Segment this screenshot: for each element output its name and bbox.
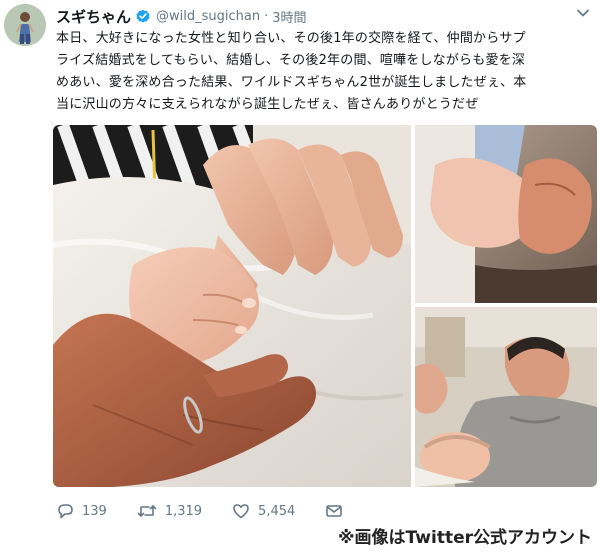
heart-icon <box>233 504 249 519</box>
tweet-text-line: 本日、大好きになった女性と知り合い、その後1年の交際を経て、仲間からサプ <box>56 31 526 46</box>
envelope-icon <box>326 505 343 517</box>
retweet-button[interactable]: 1,319 <box>137 502 202 520</box>
verified-badge-icon <box>136 9 150 23</box>
tweet-text-line: ライズ結婚式をしてもらい、結婚し、その後2年の間、喧嘩をしながらも愛を深 <box>56 53 526 68</box>
tweet-text: 本日、大好きになった女性と知り合い、その後1年の交際を経て、仲間からサプ ライズ… <box>56 28 592 116</box>
user-handle[interactable]: @wild_sugichan <box>156 9 260 24</box>
like-button[interactable]: 5,454 <box>232 502 295 520</box>
reply-button[interactable]: 139 <box>56 502 107 520</box>
tweet-card: スギちゃん @wild_sugichan · 3時間 本日、大好きになった女性と… <box>0 0 600 552</box>
retweet-icon <box>137 505 157 517</box>
timestamp[interactable]: 3時間 <box>272 7 306 26</box>
photo-baby-hand[interactable] <box>53 125 411 487</box>
avatar[interactable] <box>4 4 46 46</box>
separator-dot: · <box>264 8 269 24</box>
retweet-count: 1,319 <box>164 503 203 519</box>
tweet-text-line: めあい、愛を深め合った結果、ワイルドスギちゃん2世が誕生しましたぜぇ、本 <box>56 75 527 90</box>
display-name[interactable]: スギちゃん <box>56 6 131 27</box>
media-grid <box>53 125 597 487</box>
chevron-down-icon[interactable] <box>576 6 590 20</box>
direct-message-button[interactable] <box>325 503 351 519</box>
like-count: 5,454 <box>258 503 296 519</box>
image-credit-caption: ※画像はTwitter公式アカウント <box>338 528 592 548</box>
tweet-actions: 139 1,319 5,454 <box>56 500 381 522</box>
reply-count: 139 <box>82 503 107 519</box>
tweet-header: スギちゃん @wild_sugichan · 3時間 <box>56 6 307 26</box>
tweet-text-line: 当に沢山の方々に支えられながら誕生したぜぇ、皆さんありがとうだぜ <box>56 97 479 112</box>
reply-icon <box>58 504 73 519</box>
photo-hands[interactable] <box>415 125 597 303</box>
photo-father-baby[interactable] <box>415 307 597 487</box>
